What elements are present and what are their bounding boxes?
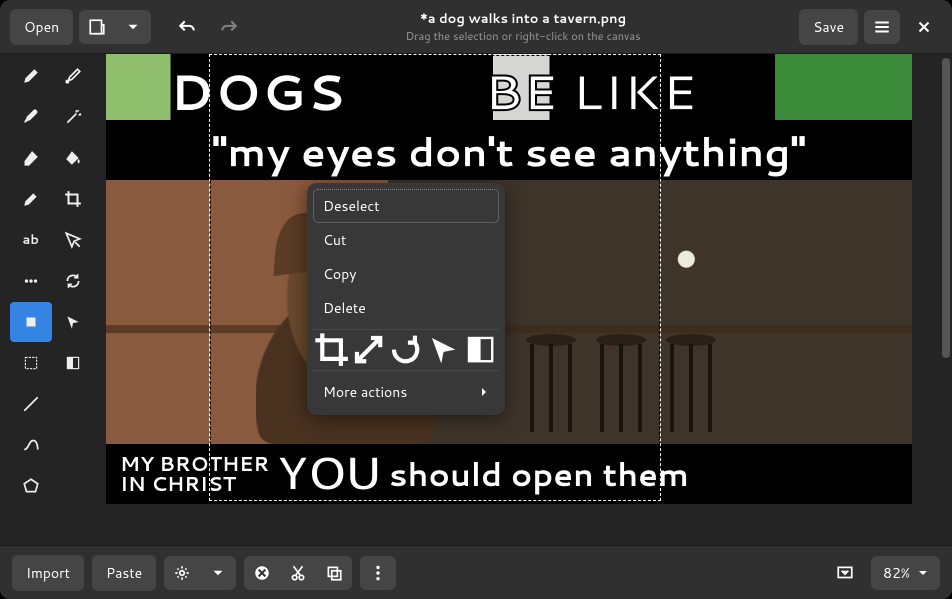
- tool-empty3: [53, 466, 95, 506]
- menu-scale-icon[interactable]: [350, 334, 387, 366]
- tool-line[interactable]: [10, 384, 52, 424]
- zoom-control[interactable]: 82%: [871, 556, 940, 590]
- copy-button[interactable]: [316, 556, 352, 590]
- window-title: *a dog walks into a tavern.png: [253, 10, 793, 28]
- tool-eyedropper[interactable]: [53, 56, 95, 96]
- menu-delete[interactable]: Delete: [313, 291, 499, 325]
- redo-button: [211, 10, 247, 44]
- zoom-value: 82%: [883, 563, 910, 583]
- tool-move[interactable]: [53, 220, 95, 260]
- tool-free-select[interactable]: [53, 302, 95, 342]
- new-button[interactable]: [79, 10, 115, 44]
- tool-color-select[interactable]: [10, 343, 52, 383]
- menu-deselect[interactable]: Deselect: [313, 189, 499, 223]
- title-block: *a dog walks into a tavern.png Drag the …: [253, 10, 793, 44]
- menu-icon-row: [313, 329, 499, 371]
- menu-more-actions[interactable]: More actions: [313, 375, 499, 409]
- import-button[interactable]: Import: [12, 555, 84, 591]
- tool-options-button[interactable]: [164, 556, 200, 590]
- menu-filters-icon[interactable]: [462, 334, 499, 366]
- close-window[interactable]: [906, 10, 942, 44]
- toolbox: ab: [0, 54, 104, 545]
- paste-button[interactable]: Paste: [92, 555, 156, 591]
- tool-invert[interactable]: [53, 343, 95, 383]
- tool-empty2: [53, 425, 95, 465]
- vertical-scrollbar[interactable]: [940, 54, 952, 545]
- menu-copy[interactable]: Copy: [313, 257, 499, 291]
- tool-bucket[interactable]: [53, 138, 95, 178]
- tool-empty1: [53, 384, 95, 424]
- tool-wand[interactable]: [53, 97, 95, 137]
- open-button[interactable]: Open: [10, 9, 73, 45]
- save-button[interactable]: Save: [799, 9, 858, 45]
- menu-flip-icon[interactable]: [425, 334, 462, 366]
- tool-pencil[interactable]: [10, 56, 52, 96]
- tool-highlighter[interactable]: [10, 179, 52, 219]
- menu-rotate-icon[interactable]: [387, 334, 424, 366]
- titlebar: Open *a dog walks into a tavern.png Drag…: [0, 0, 952, 54]
- remove-selection-button[interactable]: [244, 556, 280, 590]
- window-hint: Drag the selection or right-click on the…: [253, 28, 793, 44]
- tool-curve[interactable]: [10, 425, 52, 465]
- undo-button[interactable]: [169, 10, 205, 44]
- bottombar: Import Paste 82%: [0, 545, 952, 599]
- tool-rect-select[interactable]: [10, 302, 52, 342]
- new-dropdown[interactable]: [115, 10, 151, 44]
- hamburger-menu[interactable]: [864, 10, 900, 44]
- cut-button[interactable]: [280, 556, 316, 590]
- menu-cut[interactable]: Cut: [313, 223, 499, 257]
- canvas-area[interactable]: DOGS BE LIKE "my eyes don't see anything…: [104, 54, 952, 545]
- tool-crop[interactable]: [53, 179, 95, 219]
- chevron-down-icon: [918, 568, 928, 578]
- fullscreen-preview-button[interactable]: [827, 556, 863, 590]
- chevron-right-icon: [479, 387, 489, 397]
- menu-crop-icon[interactable]: [313, 334, 350, 366]
- more-button[interactable]: [360, 556, 396, 590]
- tool-brush[interactable]: [10, 97, 52, 137]
- tool-polygon[interactable]: [10, 466, 52, 506]
- tool-options-dropdown[interactable]: [200, 556, 236, 590]
- menu-more-label: More actions: [323, 382, 407, 402]
- canvas[interactable]: DOGS BE LIKE "my eyes don't see anything…: [106, 54, 912, 504]
- tool-points[interactable]: [10, 261, 52, 301]
- tool-text[interactable]: ab: [10, 220, 52, 260]
- tool-transform[interactable]: [53, 261, 95, 301]
- context-menu: Deselect Cut Copy Delete More actions: [307, 183, 505, 415]
- tool-eraser[interactable]: [10, 138, 52, 178]
- scrollbar-thumb[interactable]: [942, 58, 950, 358]
